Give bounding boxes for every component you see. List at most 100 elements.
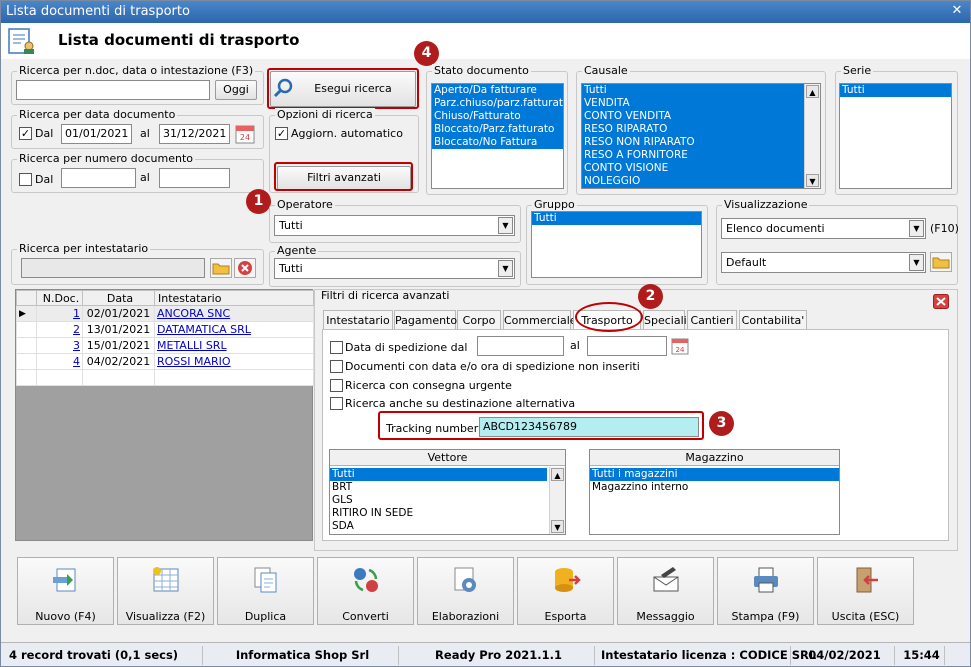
calendar-icon[interactable]: 24 [235,124,255,144]
list-item[interactable]: CONTO VENDITA [582,110,820,123]
tab-pagamento[interactable]: Pagamento [394,310,457,330]
list-item[interactable]: GLS [330,494,547,507]
number-dal-checkbox[interactable] [19,173,32,186]
list-item[interactable]: RITIRO IN SEDE [330,507,547,520]
intestatario-link[interactable]: ROSSI MARIO [157,355,231,368]
table-row[interactable]: 4 04/02/2021 ROSSI MARIO [16,353,314,370]
list-item[interactable]: RESO NON RIPARATO [582,136,820,149]
col-ndoc-header[interactable]: N.Doc. [36,290,83,306]
chevron-down-icon[interactable]: ▼ [498,217,513,234]
folder-icon[interactable] [930,252,952,272]
list-item[interactable]: Aperto/Da fatturare [432,84,563,97]
cell-ndoc[interactable]: 1 [36,305,83,322]
layout-select[interactable]: Default ▼ [721,252,926,273]
today-button[interactable]: Oggi [215,80,257,100]
toolbar-button-converti[interactable]: Converti [317,557,414,625]
list-item[interactable]: RESO A FORNITORE [582,149,820,162]
list-item[interactable]: Tutti i magazzini [590,468,839,481]
intestatario-link[interactable]: ANCORA SNC [157,307,230,320]
cell-intestatario[interactable]: METALLI SRL [154,337,314,354]
shipping-to-input[interactable] [587,336,667,356]
toolbar-button-nuovo[interactable]: Nuovo (F4) [17,557,114,625]
cell-ndoc[interactable]: 4 [36,353,83,370]
calendar-icon[interactable]: 24 [671,337,689,355]
number-to-input[interactable] [159,168,230,188]
close-panel-icon[interactable] [933,294,949,309]
list-item[interactable]: NOLEGGIO [582,175,820,188]
cell-intestatario[interactable]: ROSSI MARIO [154,353,314,370]
scroll-down-icon[interactable]: ▼ [551,520,564,533]
tab-corpo[interactable]: Corpo [457,310,501,330]
scroll-down-icon[interactable]: ▼ [806,174,819,187]
toolbar-button-esporta[interactable]: Esporta [517,557,614,625]
operator-select[interactable]: Tutti ▼ [274,215,515,236]
ndoc-link[interactable]: 4 [73,355,80,368]
toolbar-button-uscita[interactable]: Uscita (ESC) [817,557,914,625]
date-from-input[interactable]: 01/01/2021 [61,124,132,144]
chevron-down-icon[interactable]: ▼ [909,220,924,237]
col-data-header[interactable]: Data [82,290,155,306]
list-item[interactable]: Tutti [582,84,820,97]
table-row[interactable]: ▶ 1 02/01/2021 ANCORA SNC [16,305,314,322]
causale-list[interactable]: Tutti VENDITA CONTO VENDITA RESO RIPARATO RE… [581,83,821,189]
group-list[interactable]: Tutti [531,211,702,278]
clear-icon[interactable] [234,258,256,278]
list-item[interactable]: Chiuso/Fatturato [432,110,563,123]
toolbar-button-duplica[interactable]: Duplica [217,557,314,625]
tab-commerciale[interactable]: Commerciale [503,310,577,330]
number-from-input[interactable] [61,168,136,188]
intestatario-link[interactable]: METALLI SRL [157,339,227,352]
alt-destination-checkbox[interactable] [330,397,343,410]
list-item[interactable]: RESO RIPARATO [582,123,820,136]
holder-input[interactable] [21,258,205,278]
date-to-input[interactable]: 31/12/2021 [159,124,230,144]
toolbar-button-elaborazioni[interactable]: Elaborazioni [417,557,514,625]
cell-ndoc[interactable]: 2 [36,321,83,338]
toolbar-button-messaggio[interactable]: Messaggio [617,557,714,625]
ndoc-link[interactable]: 3 [73,339,80,352]
chevron-down-icon[interactable]: ▼ [498,260,513,277]
tab-speciali[interactable]: Speciali [643,310,687,330]
ndoc-link[interactable]: 1 [73,307,80,320]
intestatario-link[interactable]: DATAMATICA SRL [157,323,251,336]
scroll-up-icon[interactable]: ▲ [551,468,564,481]
list-item[interactable]: Bloccato/Parz.fatturato [432,123,563,136]
tab-intestatario[interactable]: Intestatario [323,310,393,330]
no-shipping-date-checkbox[interactable] [330,360,343,373]
scroll-up-icon[interactable]: ▲ [806,85,819,98]
warehouse-list[interactable]: Tutti i magazzini Magazzino interno [590,468,839,494]
view-select[interactable]: Elenco documenti ▼ [721,218,926,239]
shipping-date-checkbox[interactable] [330,341,343,354]
shipping-from-input[interactable] [477,336,564,356]
cell-intestatario[interactable]: DATAMATICA SRL [154,321,314,338]
list-item[interactable]: Bloccato/No Fattura [432,136,563,149]
auto-update-checkbox[interactable]: ✓ [275,127,288,140]
status-list[interactable]: Aperto/Da fatturare Parz.chiuso/parz.fatt… [431,83,564,189]
carrier-scrollbar[interactable]: ▲ ▼ [549,467,565,534]
ndoc-link[interactable]: 2 [73,323,80,336]
serie-list[interactable]: Tutti [839,83,952,189]
causale-scrollbar[interactable]: ▲ ▼ [804,84,820,188]
list-item[interactable]: Tutti [840,84,951,97]
agent-select[interactable]: Tutti ▼ [274,258,515,279]
cell-ndoc[interactable]: 3 [36,337,83,354]
list-item[interactable]: VENDITA [582,97,820,110]
carrier-list[interactable]: Tutti BRT GLS RITIRO IN SEDE SDA [330,468,547,533]
list-item[interactable]: SDA [330,520,547,533]
list-item[interactable]: CONTO VISIONE [582,162,820,175]
documents-grid[interactable]: N.Doc. Data Intestatario ▶ 1 02/01/2021 ANC… [15,289,314,541]
close-icon[interactable]: ✕ [948,3,966,20]
list-item[interactable]: Magazzino interno [590,481,839,494]
tab-contabilita[interactable]: Contabilita' [739,310,807,330]
list-item[interactable]: Tutti [330,468,547,481]
table-row[interactable]: 2 13/01/2021 DATAMATICA SRL [16,321,314,338]
search-ndoc-input[interactable] [16,80,210,100]
urgent-checkbox[interactable] [330,379,343,392]
folder-icon[interactable] [210,258,232,278]
toolbar-button-stampa[interactable]: Stampa (F9) [717,557,814,625]
toolbar-button-visualizza[interactable]: Visualizza (F2) [117,557,214,625]
list-item[interactable]: BRT [330,481,547,494]
tab-cantieri[interactable]: Cantieri [687,310,737,330]
list-item[interactable]: Tutti [532,212,701,225]
table-row[interactable]: 3 15/01/2021 METALLI SRL [16,337,314,354]
